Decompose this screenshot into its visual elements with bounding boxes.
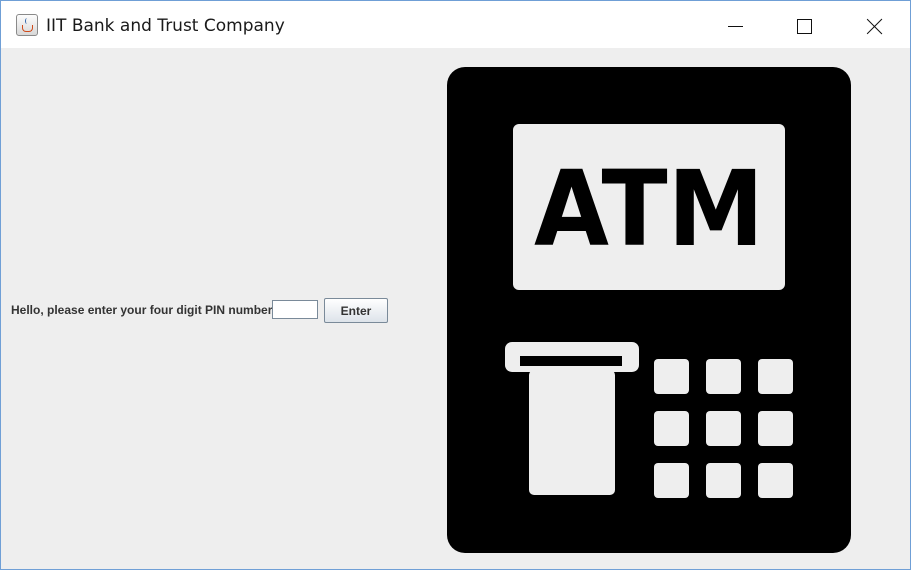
atm-screen-text: ATM: [534, 148, 764, 270]
close-button[interactable]: [839, 1, 909, 48]
keypad-key: [654, 359, 689, 394]
maximize-button[interactable]: [769, 1, 839, 48]
keypad-key: [706, 359, 741, 394]
window-title: IIT Bank and Trust Company: [46, 16, 285, 36]
title-bar[interactable]: IIT Bank and Trust Company: [1, 1, 910, 48]
keypad-key: [654, 463, 689, 498]
keypad-key: [758, 359, 793, 394]
keypad-key: [654, 411, 689, 446]
app-window: IIT Bank and Trust Company Hello, please…: [0, 0, 911, 570]
pin-prompt-label: Hello, please enter your four digit PIN …: [11, 303, 273, 317]
maximize-icon: [797, 19, 812, 34]
keypad-key: [706, 463, 741, 498]
keypad-key: [706, 411, 741, 446]
pin-input[interactable]: [272, 300, 318, 319]
close-icon: [867, 18, 883, 34]
keypad: [654, 359, 793, 498]
enter-button[interactable]: Enter: [324, 298, 388, 323]
keypad-key: [758, 411, 793, 446]
atm-machine-image: ATM: [447, 67, 851, 553]
java-cup-icon[interactable]: [16, 14, 38, 36]
minimize-icon: [728, 26, 743, 27]
minimize-button[interactable]: [700, 1, 770, 48]
keypad-key: [758, 463, 793, 498]
